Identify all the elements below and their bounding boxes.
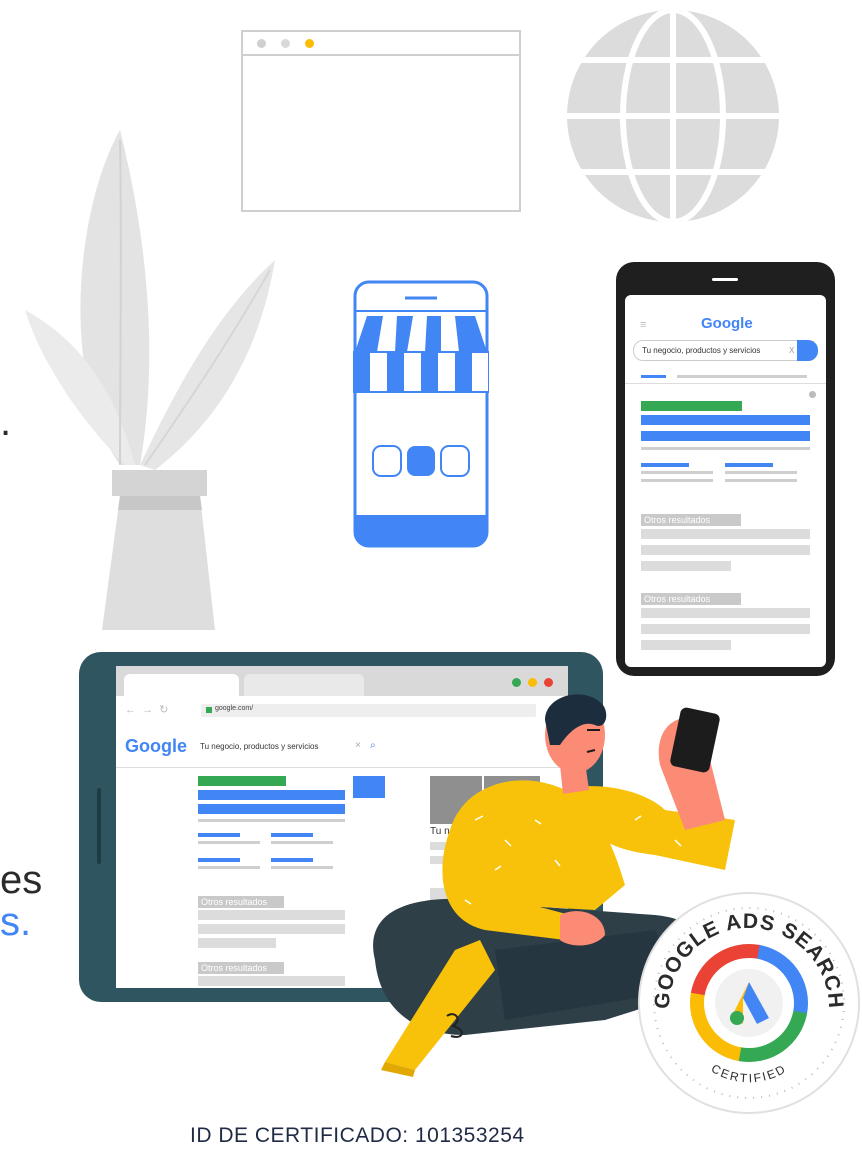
tablet-other-result-4 <box>198 976 345 986</box>
phone-screen: ≡ Google Tu negocio, productos y servici… <box>625 295 826 667</box>
tablet-sitelink-desc-2 <box>271 841 333 844</box>
certificate-id: ID DE CERTIFICADO: 101353254 <box>190 1124 525 1147</box>
lock-icon <box>206 707 212 713</box>
tablet-result-title <box>198 790 345 800</box>
phone-other-result-4 <box>641 608 810 618</box>
tablet-sitelink-2 <box>271 833 313 837</box>
phone-sitelink-desc-4 <box>725 479 797 482</box>
tablet-result-line <box>198 819 345 822</box>
menu-icon: ≡ <box>640 319 647 331</box>
phone-result-line <box>641 447 810 450</box>
tablet-otros-label-1: Otros resultados <box>198 896 284 908</box>
tablet-sitelink-desc-1 <box>198 841 260 844</box>
tablet-ad-label <box>198 776 286 786</box>
nav-arrows-icon[interactable]: ← → ↻ <box>125 703 168 716</box>
window-max-dot[interactable] <box>544 678 553 687</box>
phone-other-result-3 <box>641 561 731 571</box>
phone-google-logo: Google <box>701 315 753 332</box>
phone-divider <box>625 383 826 384</box>
tablet-otros-label-2: Otros resultados <box>198 962 284 974</box>
phone-ad-label <box>641 401 742 411</box>
phone-result-title <box>641 415 810 425</box>
window-dot-3 <box>305 39 314 48</box>
phone-other-result-1 <box>641 529 810 539</box>
browser-window-bar <box>243 32 519 56</box>
phone-search-text: Tu negocio, productos y servicios <box>642 346 761 355</box>
phone-sitelink-2 <box>725 463 773 467</box>
smartphone-google-results: ≡ Google Tu negocio, productos y servici… <box>616 262 835 676</box>
google-ads-search-certified-badge: GOOGLE ADS SEARCH CERTIFIED <box>638 892 860 1114</box>
tablet-search-field[interactable]: Tu negocio, productos y servicios × ⌕ <box>200 740 380 754</box>
tablet-search-text: Tu negocio, productos y servicios <box>200 742 319 751</box>
phone-otros-label-1: Otros resultados <box>641 514 741 526</box>
phone-other-result-6 <box>641 640 731 650</box>
browser-window-illustration <box>241 30 521 212</box>
edge-text-es: es <box>0 858 43 902</box>
phone-sitelink-desc-1 <box>641 471 713 474</box>
tablet-other-result-2 <box>198 924 345 934</box>
address-bar-url: google.com/ <box>215 705 254 712</box>
window-close-dot[interactable] <box>512 678 521 687</box>
phone-other-result-5 <box>641 624 810 634</box>
tablet-sitelink-3 <box>198 858 240 862</box>
phone-search-button[interactable] <box>797 340 818 361</box>
window-dot-2 <box>281 39 290 48</box>
tablet-sitelink-4 <box>271 858 313 862</box>
phone-clear-icon[interactable]: X <box>789 346 794 355</box>
phone-sitelink-desc-2 <box>725 471 797 474</box>
phone-otros-label-2: Otros resultados <box>641 593 741 605</box>
tablet-side-button <box>97 788 101 864</box>
edge-text-dot: . <box>0 400 12 444</box>
phone-search-bar[interactable]: Tu negocio, productos y servicios X <box>633 340 818 361</box>
mobile-store-illustration <box>353 280 489 548</box>
tablet-other-result-1 <box>198 910 345 920</box>
phone-tab-underline <box>641 375 666 378</box>
tablet-sitelink-desc-4 <box>271 866 333 869</box>
window-min-dot[interactable] <box>528 678 537 687</box>
tablet-google-logo: Google <box>125 736 187 756</box>
phone-sitelink-desc-3 <box>641 479 713 482</box>
tablet-result-title-2 <box>198 804 345 814</box>
browser-tab-inactive[interactable] <box>244 674 364 696</box>
browser-tab-active[interactable] <box>124 674 239 696</box>
tablet-sitelink-1 <box>198 833 240 837</box>
globe-icon <box>567 10 779 222</box>
info-icon <box>809 391 816 398</box>
phone-tab-bar <box>677 375 807 378</box>
phone-notch <box>712 278 738 281</box>
phone-sitelink-1 <box>641 463 689 467</box>
edge-text-s: s. <box>0 900 32 944</box>
tablet-sitelink-desc-3 <box>198 866 260 869</box>
phone-other-result-2 <box>641 545 810 555</box>
phone-result-title-2 <box>641 431 810 441</box>
window-dot-1 <box>257 39 266 48</box>
tablet-other-result-3 <box>198 938 276 948</box>
